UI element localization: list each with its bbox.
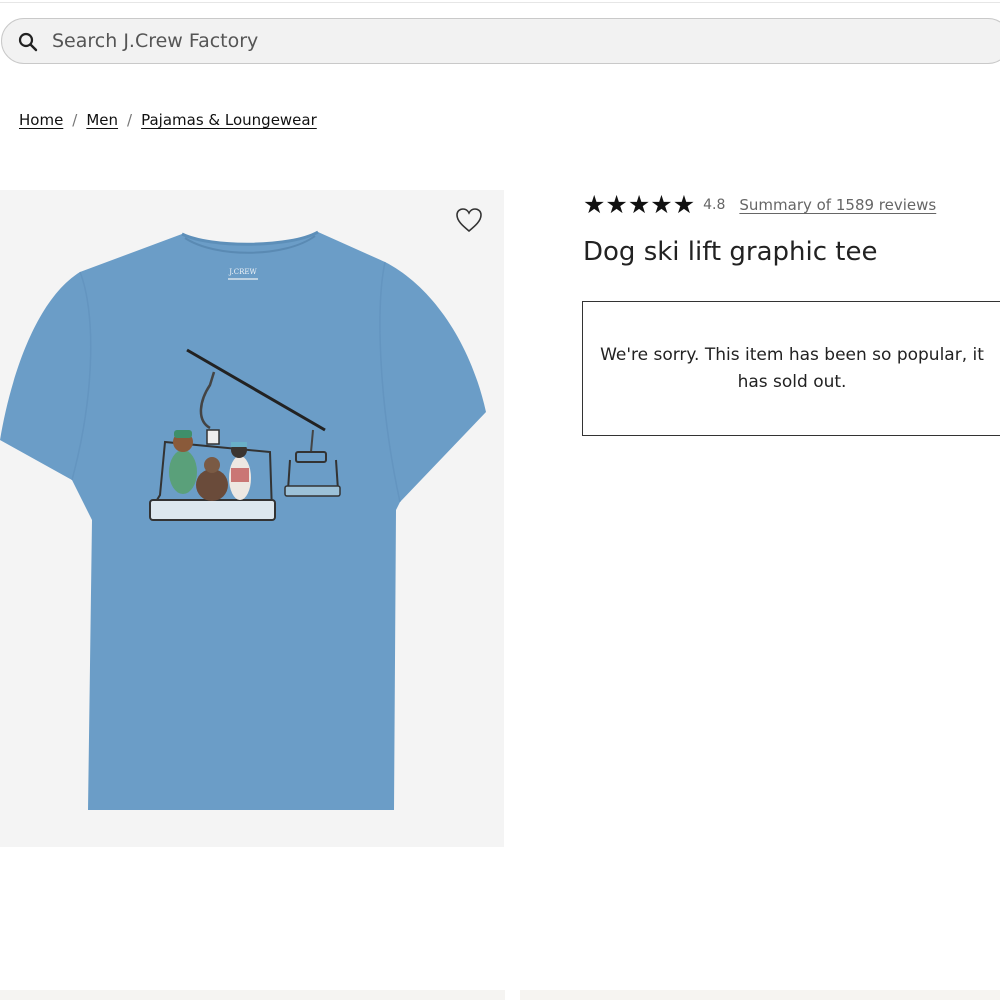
star-icon: ★ bbox=[672, 190, 696, 219]
breadcrumb-men[interactable]: Men bbox=[86, 111, 118, 129]
sold-out-notice: We're sorry. This item has been so popul… bbox=[582, 301, 1000, 436]
rating-value: 4.8 bbox=[703, 197, 726, 213]
search-icon[interactable] bbox=[18, 32, 38, 52]
product-image[interactable]: J.CREW bbox=[0, 190, 504, 847]
breadcrumb-separator: / bbox=[72, 111, 78, 129]
brand-label: J.CREW bbox=[228, 268, 257, 276]
reviews-summary-link[interactable]: Summary of 1589 reviews bbox=[739, 196, 936, 214]
star-icon: ★ bbox=[627, 190, 651, 219]
sold-out-message: We're sorry. This item has been so popul… bbox=[600, 345, 984, 392]
search-input[interactable] bbox=[52, 19, 652, 63]
breadcrumb: Home / Men / Pajamas & Loungewear bbox=[19, 111, 317, 129]
product-title: Dog ski lift graphic tee bbox=[583, 237, 878, 267]
breadcrumb-pajamas-loungewear[interactable]: Pajamas & Loungewear bbox=[141, 111, 317, 129]
next-image-strip-right bbox=[520, 990, 1000, 1000]
star-icon: ★ bbox=[583, 190, 606, 219]
t-shirt-illustration: J.CREW bbox=[0, 230, 486, 810]
star-icon: ★ bbox=[650, 190, 673, 219]
breadcrumb-separator: / bbox=[127, 111, 133, 129]
top-divider bbox=[0, 2, 1000, 3]
heart-outline-icon[interactable] bbox=[455, 207, 483, 233]
next-image-strip-left bbox=[0, 990, 505, 1000]
rating-row: ★ ★ ★ ★ ★ 4.8 Summary of 1589 reviews bbox=[583, 190, 936, 219]
breadcrumb-home[interactable]: Home bbox=[19, 111, 63, 129]
search-bar[interactable] bbox=[1, 18, 1000, 64]
product-page: Home / Men / Pajamas & Loungewear J.CREW bbox=[0, 0, 1000, 1000]
star-rating: ★ ★ ★ ★ ★ bbox=[583, 190, 696, 219]
star-icon: ★ bbox=[605, 190, 628, 219]
